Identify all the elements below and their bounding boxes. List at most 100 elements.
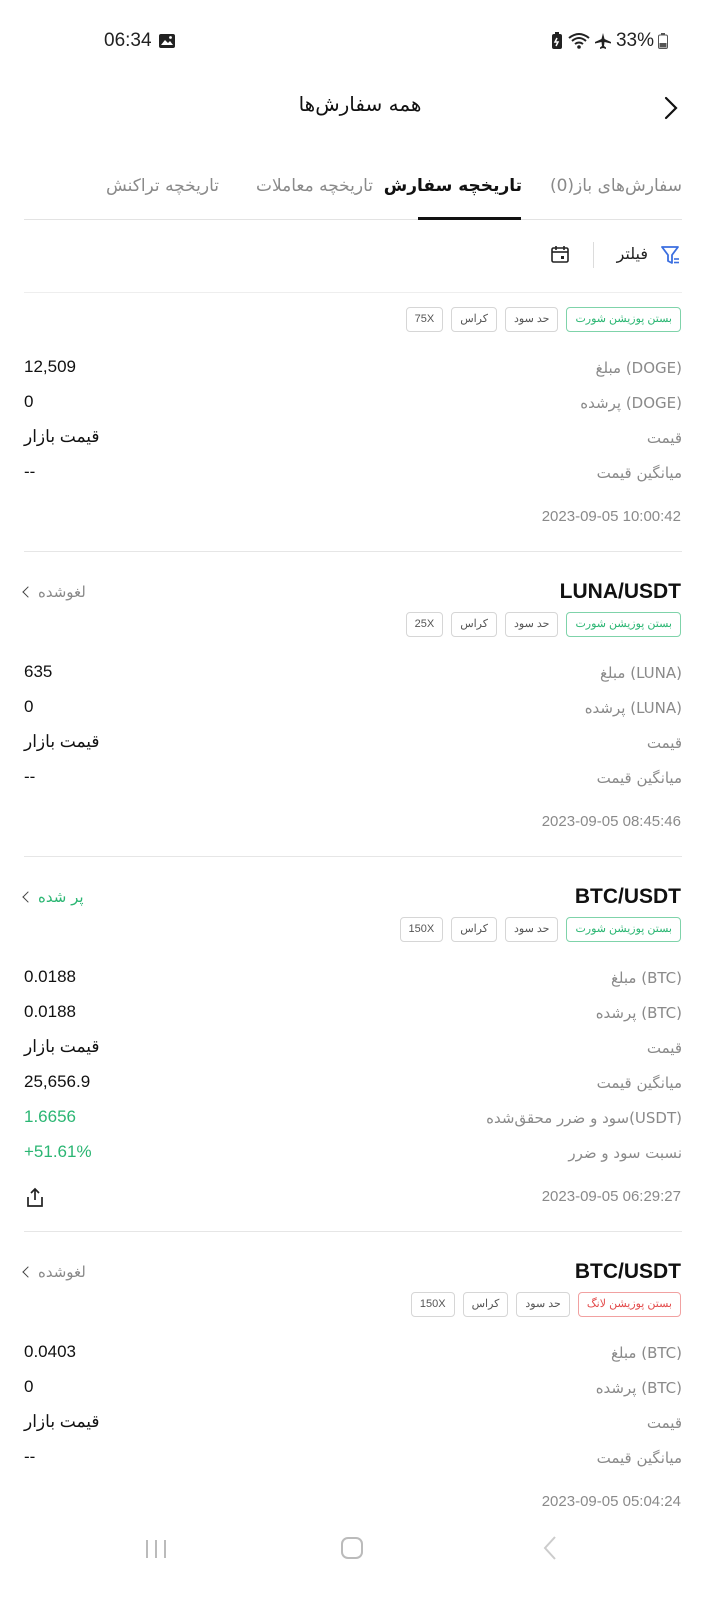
order-tags: 25X کراس حد سود بستن پوزیشن شورت [405,612,681,637]
filled-label: پرشده (BTC) [595,1004,682,1022]
order-tags: 75X کراس حد سود بستن پوزیشن شورت [405,307,681,332]
filter-icon[interactable] [660,244,680,266]
margin-mode-tag: کراس [451,917,497,942]
status-bar: 06:34 33% [0,0,720,84]
order-type-tag: حد سود [516,1292,570,1317]
battery-icon [658,33,668,49]
amount-row: مبلغ (DOGE) 12,509 [24,357,682,383]
trading-pair: LUNA/USDT [559,580,681,603]
order-type-tag: حد سود [505,307,559,332]
price-value: قیمت بازار [24,427,100,446]
tab-transaction-history[interactable]: تاریخچه تراکنش [106,176,219,196]
status-time: 06:34 [104,30,152,51]
filled-label: پرشده (BTC) [595,1379,682,1397]
realized-pnl-row: سود و ضرر محقق‌شده(USDT) 1.6656 [24,1107,682,1133]
chevron-left-icon [22,1266,34,1278]
price-label: قیمت [646,734,682,752]
chevron-left-icon [22,891,34,903]
tab-trade-history[interactable]: تاریخچه معاملات [256,176,373,196]
order-card[interactable]: LUNA/USDT لغوشده 25X کراس حد سود بستن پو… [0,551,720,857]
order-timestamp: 2023-09-05 08:45:46 [541,813,681,830]
avg-price-label: میانگین قیمت [596,464,682,482]
price-value: قیمت بازار [24,732,100,751]
share-icon[interactable] [24,1187,46,1209]
chevron-right-icon[interactable] [656,90,686,126]
filter-toolbar: فیلتر [0,230,720,282]
chevron-left-icon [22,586,34,598]
order-status: لغوشده [38,583,86,601]
amount-value: 0.0188 [24,967,76,986]
avg-price-row: میانگین قیمت -- [24,767,682,793]
leverage-tag: 150X [410,1292,455,1317]
calendar-icon[interactable] [550,244,570,264]
amount-label: مبلغ (DOGE) [595,359,682,377]
pnl-ratio-value: +51.61% [24,1142,92,1161]
side-tag: بستن پوزیشن لانگ [577,1292,681,1317]
filled-value: 0 [24,392,34,411]
battery-saver-icon [551,32,562,49]
order-type-tag: حد سود [505,917,559,942]
order-status-link[interactable]: لغوشده [22,583,86,601]
filled-label: پرشده (DOGE) [580,394,682,412]
filled-label: پرشده (LUNA) [584,699,682,717]
back-icon[interactable] [540,1534,560,1562]
order-status-link[interactable]: پر شده [22,888,84,906]
filled-value: 0 [24,1377,34,1396]
avg-price-row: میانگین قیمت 25,656.9 [24,1072,682,1098]
avg-price-label: میانگین قیمت [596,1074,682,1092]
price-value: قیمت بازار [24,1412,100,1431]
leverage-tag: 25X [405,612,444,637]
active-tab-indicator [418,217,521,220]
realized-pnl-value: 1.6656 [24,1107,76,1126]
amount-label: مبلغ (LUNA) [599,664,682,682]
avg-price-value: -- [24,1447,36,1466]
filled-row: پرشده (BTC) 0 [24,1377,682,1403]
order-status-link[interactable]: لغوشده [22,1263,86,1281]
order-tags: 150X کراس حد سود بستن پوزیشن لانگ [410,1292,681,1317]
side-tag: بستن پوزیشن شورت [566,612,681,637]
price-row: قیمت قیمت بازار [24,1412,682,1438]
order-card: 75X کراس حد سود بستن پوزیشن شورت مبلغ (D… [0,293,720,552]
avg-price-value: -- [24,462,36,481]
amount-value: 635 [24,662,53,681]
amount-value: 0.0403 [24,1342,76,1361]
amount-row: مبلغ (BTC) 0.0403 [24,1342,682,1368]
filled-row: پرشده (DOGE) 0 [24,392,682,418]
amount-row: مبلغ (BTC) 0.0188 [24,967,682,993]
order-list[interactable]: 75X کراس حد سود بستن پوزیشن شورت مبلغ (D… [0,293,720,1528]
filled-row: پرشده (LUNA) 0 [24,697,682,723]
margin-mode-tag: کراس [462,1292,509,1317]
price-value: قیمت بازار [24,1037,100,1056]
status-icons: 33% [550,30,668,52]
trading-pair: BTC/USDT [574,885,681,908]
price-label: قیمت [646,429,682,447]
margin-mode-tag: کراس [451,307,497,332]
order-timestamp: 2023-09-05 05:04:24 [541,1493,681,1510]
realized-pnl-label: سود و ضرر محقق‌شده(USDT) [486,1109,682,1127]
photo-icon [159,34,175,48]
price-label: قیمت [646,1414,682,1432]
order-card[interactable]: BTC/USDT لغوشده 150X کراس حد سود بستن پو… [0,1231,720,1528]
avg-price-label: میانگین قیمت [596,769,682,787]
battery-percent: 33% [615,30,654,51]
avg-price-label: میانگین قیمت [596,1449,682,1467]
recents-icon[interactable] [144,1538,168,1560]
leverage-tag: 75X [405,307,444,332]
airplane-icon [594,33,611,49]
avg-price-value: 25,656.9 [24,1072,91,1091]
pnl-ratio-label: نسبت سود و ضرر [568,1144,682,1162]
price-row: قیمت قیمت بازار [24,427,682,453]
filled-row: پرشده (BTC) 0.0188 [24,1002,682,1028]
leverage-tag: 150X [399,917,444,942]
order-tabs: سفارش‌های باز(0) تاریخچه سفارش تاریخچه م… [24,168,682,220]
tab-order-history[interactable]: تاریخچه سفارش [384,176,522,196]
filter-button[interactable]: فیلتر [617,244,648,263]
home-icon[interactable] [340,1536,364,1560]
avg-price-row: میانگین قیمت -- [24,462,682,488]
amount-label: مبلغ (BTC) [610,969,682,987]
filled-value: 0.0188 [24,1002,76,1021]
order-card[interactable]: BTC/USDT پر شده 150X کراس حد سود بستن پو… [0,856,720,1232]
tab-open-orders[interactable]: سفارش‌های باز(0) [550,176,682,196]
toolbar-divider [593,242,594,268]
order-status: لغوشده [38,1263,86,1281]
